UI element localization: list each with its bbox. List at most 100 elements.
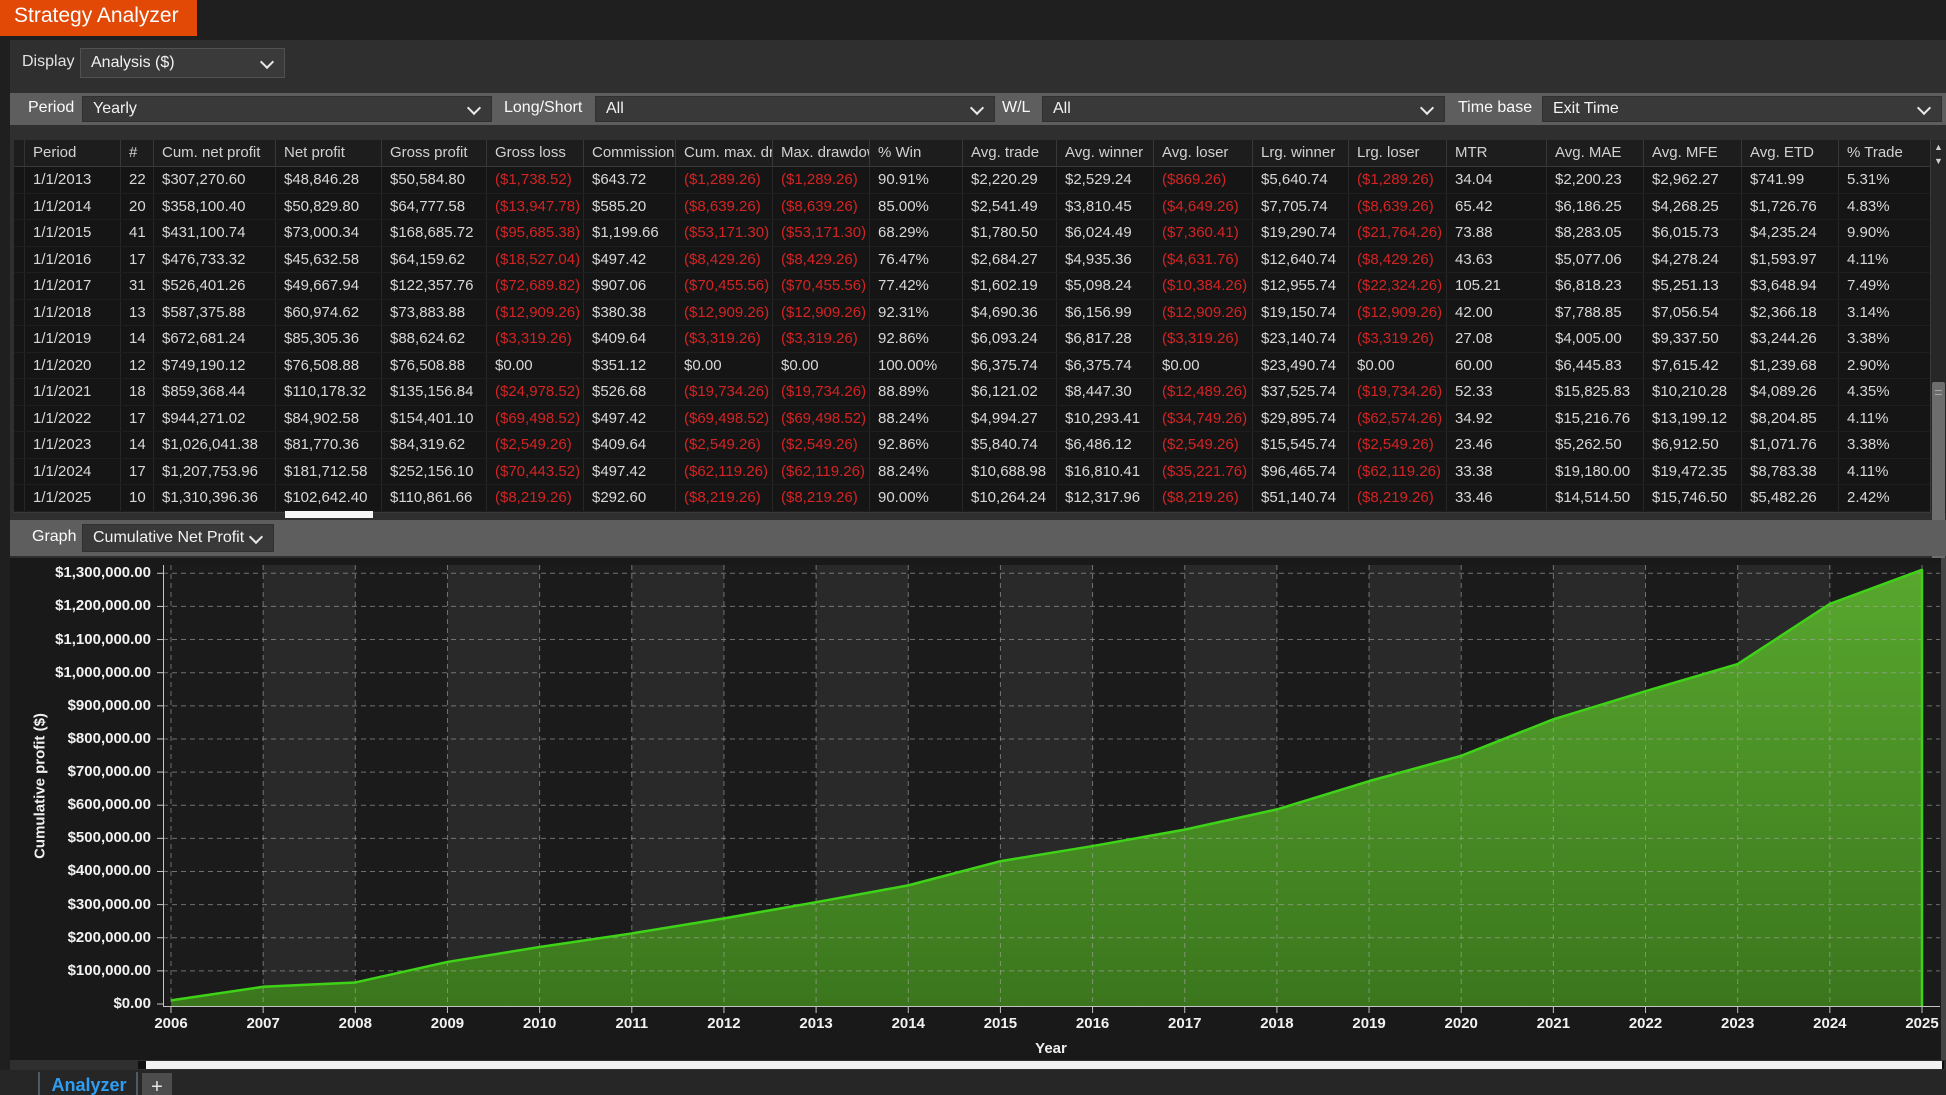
- column-header-lrg-loser[interactable]: Lrg. loser: [1349, 140, 1447, 166]
- table-cell: 1/1/2017: [25, 273, 121, 299]
- table-cell: $307,270.60: [154, 167, 276, 193]
- column-header-period[interactable]: Period: [25, 140, 121, 166]
- table-row[interactable]: 1/1/2022 17 $944,271.02 $84,902.58 $154,401.…: [14, 405, 1931, 432]
- table-cell: $0.00: [1154, 352, 1253, 378]
- add-tab-button[interactable]: +: [142, 1073, 172, 1095]
- long-short-dropdown[interactable]: All: [595, 96, 995, 122]
- chart-horizontal-scrollbar[interactable]: [138, 1061, 1944, 1069]
- table-cell: $49,667.94: [276, 273, 382, 299]
- table-cell: $1,593.97: [1742, 246, 1839, 272]
- column-header-lrg-winner[interactable]: Lrg. winner: [1253, 140, 1349, 166]
- column-header-avg-trade[interactable]: Avg. trade: [963, 140, 1057, 166]
- column-header--trade[interactable]: % Trade: [1839, 140, 1931, 166]
- table-cell: $409.64: [584, 326, 676, 352]
- table-row[interactable]: 1/1/2016 17 $476,733.32 $45,632.58 $64,159.6…: [14, 246, 1931, 273]
- table-vertical-scrollbar[interactable]: [1930, 140, 1946, 602]
- period-dropdown[interactable]: Yearly: [82, 96, 492, 122]
- wl-dropdown[interactable]: All: [1042, 96, 1445, 122]
- table-cell: ($8,639.26): [676, 193, 773, 219]
- table-cell: ($8,219.26): [773, 485, 870, 511]
- table-cell: $907.06: [584, 273, 676, 299]
- table-cell: $526.68: [584, 379, 676, 405]
- table-cell: $944,271.02: [154, 405, 276, 431]
- column-header-gross-profit[interactable]: Gross profit: [382, 140, 487, 166]
- table-row[interactable]: 1/1/2018 13 $587,375.88 $60,974.62 $73,883.8…: [14, 299, 1931, 326]
- table-cell: $81,770.36: [276, 432, 382, 458]
- table-cell: $4,935.36: [1057, 246, 1154, 272]
- table-cell: 18: [121, 379, 154, 405]
- table-cell: $358,100.40: [154, 193, 276, 219]
- table-row[interactable]: 1/1/2015 41 $431,100.74 $73,000.34 $168,685.…: [14, 220, 1931, 247]
- window-title-tab[interactable]: Strategy Analyzer: [0, 0, 197, 36]
- y-axis-tick-label: $200,000.00: [67, 928, 151, 946]
- column-header-gross-loss[interactable]: Gross loss: [487, 140, 584, 166]
- table-cell: 88.24%: [870, 405, 963, 431]
- chart-horizontal-scrollbar-thumb[interactable]: [146, 1061, 1942, 1069]
- table-cell: $497.42: [584, 405, 676, 431]
- scroll-up-icon[interactable]: [1931, 140, 1946, 154]
- column-header-avg-winner[interactable]: Avg. winner: [1057, 140, 1154, 166]
- table-cell: $84,319.62: [382, 432, 487, 458]
- table-cell: $6,445.83: [1547, 352, 1644, 378]
- cumulative-profit-chart: Cumulative profit ($) $0.00 $100,000.00 $2…: [10, 558, 1946, 1060]
- table-row[interactable]: 1/1/2023 14 $1,026,041.38 $81,770.36 $84,319…: [14, 432, 1931, 459]
- table-cell: $5,077.06: [1547, 246, 1644, 272]
- graph-dropdown[interactable]: Cumulative Net Profit: [82, 524, 274, 552]
- y-axis-tick-label: $600,000.00: [67, 796, 151, 814]
- table-cell: ($69,498.52): [676, 405, 773, 431]
- table-cell: ($8,219.26): [676, 485, 773, 511]
- x-axis-tick-label: 2022: [1628, 1015, 1663, 1032]
- table-cell: ($2,549.26): [1349, 432, 1447, 458]
- column-header-max-drawdown[interactable]: Max. drawdown: [773, 140, 870, 166]
- scroll-down-icon[interactable]: [1931, 154, 1946, 168]
- table-cell: $96,465.74: [1253, 458, 1349, 484]
- graph-dropdown-value: Cumulative Net Profit: [93, 529, 245, 546]
- table-cell: ($19,734.26): [1349, 379, 1447, 405]
- table-cell: $10,210.28: [1644, 379, 1742, 405]
- table-cell: ($8,219.26): [1349, 485, 1447, 511]
- column-header-avg-mae[interactable]: Avg. MAE: [1547, 140, 1644, 166]
- table-cell: 85.00%: [870, 193, 963, 219]
- table-cell: $4,278.24: [1644, 246, 1742, 272]
- column-header-avg-loser[interactable]: Avg. loser: [1154, 140, 1253, 166]
- time-base-dropdown[interactable]: Exit Time: [1542, 96, 1942, 122]
- column-header-avg-mfe[interactable]: Avg. MFE: [1644, 140, 1742, 166]
- table-cell: 17: [121, 246, 154, 272]
- table-row[interactable]: 1/1/2019 14 $672,681.24 $85,305.36 $88,624.6…: [14, 326, 1931, 353]
- chart-vertical-scrollbar[interactable]: [1941, 558, 1946, 1060]
- column-header-avg-etd[interactable]: Avg. ETD: [1742, 140, 1839, 166]
- table-row[interactable]: 1/1/2021 18 $859,368.44 $110,178.32 $135,156…: [14, 379, 1931, 406]
- column-header--[interactable]: #: [121, 140, 154, 166]
- column-header--win[interactable]: % Win: [870, 140, 963, 166]
- column-header-net-profit[interactable]: Net profit: [276, 140, 382, 166]
- chevron-down-icon: [249, 531, 263, 545]
- table-cell: $1,726.76: [1742, 193, 1839, 219]
- table-row[interactable]: 1/1/2013 22 $307,270.60 $48,846.28 $50,584.8…: [14, 167, 1931, 194]
- table-cell: $741.99: [1742, 167, 1839, 193]
- table-row[interactable]: 1/1/2014 20 $358,100.40 $50,829.80 $64,777.5…: [14, 193, 1931, 220]
- x-axis-tick-label: 2006: [154, 1015, 188, 1032]
- tab-analyzer[interactable]: Analyzer: [46, 1075, 132, 1095]
- table-horizontal-scrollbar-thumb[interactable]: [285, 511, 373, 518]
- x-axis-tick-label: 2020: [1444, 1015, 1478, 1032]
- table-cell: ($3,319.26): [487, 326, 584, 352]
- table-row[interactable]: 1/1/2025 10 $1,310,396.36 $102,642.40 $110,8…: [14, 485, 1931, 512]
- table-cell: $526,401.26: [154, 273, 276, 299]
- display-dropdown[interactable]: Analysis ($): [80, 48, 285, 78]
- table-cell: ($1,289.26): [1349, 167, 1447, 193]
- y-axis-tick-label: $700,000.00: [67, 763, 151, 781]
- table-cell: $431,100.74: [154, 220, 276, 246]
- table-cell: $6,121.02: [963, 379, 1057, 405]
- table-cell: $16,810.41: [1057, 458, 1154, 484]
- column-header-commission[interactable]: Commission: [584, 140, 676, 166]
- table-row[interactable]: 1/1/2020 12 $749,190.12 $76,508.88 $76,508.8…: [14, 352, 1931, 379]
- table-cell: 1/1/2025: [25, 485, 121, 511]
- table-row[interactable]: 1/1/2024 17 $1,207,753.96 $181,712.58 $252,1…: [14, 458, 1931, 485]
- tab-separator: [136, 1072, 138, 1095]
- column-header-mtr[interactable]: MTR: [1447, 140, 1547, 166]
- column-header-cum-net-profit[interactable]: Cum. net profit: [154, 140, 276, 166]
- table-cell: $51,140.74: [1253, 485, 1349, 511]
- chevron-down-icon: [467, 102, 481, 116]
- column-header-cum-max-drawdown[interactable]: Cum. max. drawdown: [676, 140, 773, 166]
- table-row[interactable]: 1/1/2017 31 $526,401.26 $49,667.94 $122,357.…: [14, 273, 1931, 300]
